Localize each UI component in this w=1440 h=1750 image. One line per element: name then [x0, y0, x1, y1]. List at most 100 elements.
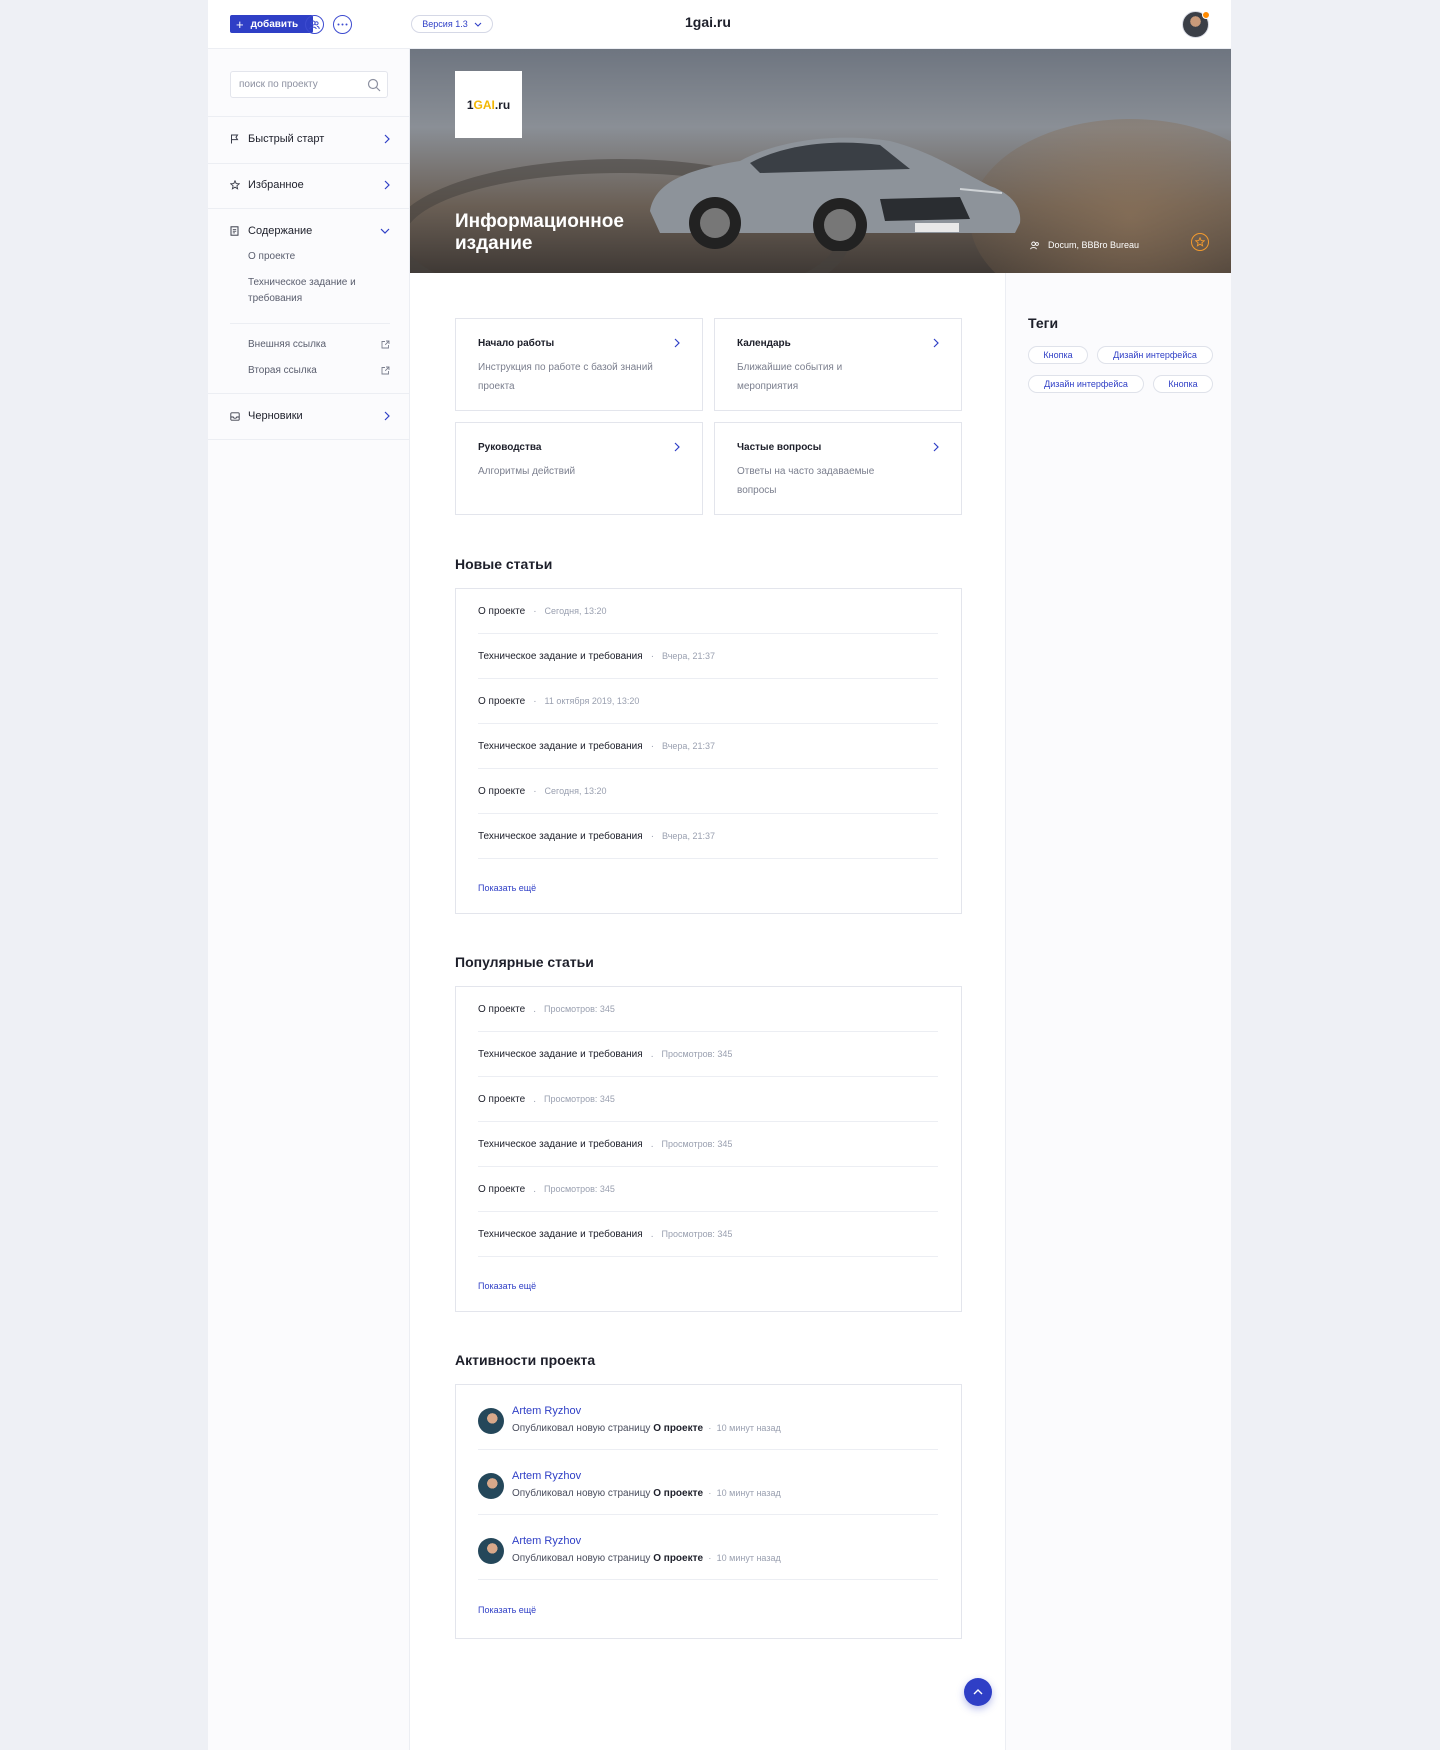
add-button-label: добавить [250, 18, 299, 30]
sidebar-item-quick-start[interactable]: Быстрый старт [230, 129, 390, 149]
card-title: Руководства [478, 442, 542, 453]
chevron-right-icon [384, 180, 390, 190]
article-meta: Просмотров: 345 [543, 1004, 615, 1014]
card-calendar[interactable]: Календарь Ближайшие события и мероприяти… [714, 318, 962, 411]
article-title: О проекте [478, 1183, 526, 1195]
article-row[interactable]: Техническое задание и требования · Вчера, … [478, 634, 938, 679]
separator-dot: · [533, 605, 537, 617]
users-button[interactable] [305, 15, 324, 34]
article-row[interactable]: О проекте. Просмотров: 345 [478, 1167, 938, 1212]
article-title: О проекте [478, 1093, 526, 1105]
hero-logo: 1 GAI .ru [455, 71, 522, 138]
activity-user-name[interactable]: Artem Ryzhov [512, 1405, 581, 1417]
article-meta: Сегодня, 13:20 [544, 606, 607, 616]
right-panel: Теги Кнопка Дизайн интерфейса Дизайн инт… [1005, 273, 1231, 1750]
chevron-right-icon [384, 411, 390, 421]
article-title: Техническое задание и требования [478, 740, 643, 752]
card-title: Частые вопросы [737, 442, 822, 453]
tag-chip[interactable]: Дизайн интерфейса [1028, 375, 1144, 393]
separator-dot: · [533, 785, 537, 797]
avatar[interactable] [478, 1408, 504, 1434]
inbox-icon [230, 411, 248, 421]
logo-prefix: 1 [466, 97, 474, 112]
hero-title: Информационное издание [455, 211, 624, 254]
site-title: 1gai.ru [685, 14, 731, 30]
article-row[interactable]: Техническое задание и требования. Просмот… [478, 1212, 938, 1257]
show-more-link[interactable]: Показать ещё [478, 1605, 536, 1615]
activity-time: 10 минут назад [716, 1553, 781, 1563]
article-title: О проекте [478, 785, 526, 797]
card-title: Календарь [737, 338, 791, 349]
tags-title: Теги [1028, 315, 1059, 331]
article-row[interactable]: Техническое задание и требования · Вчера, … [478, 724, 938, 769]
activity-page-link[interactable]: О проекте [653, 1553, 703, 1564]
activity-text: Опубликовал новую страницу О проекте · 1… [512, 1423, 781, 1434]
more-options-button[interactable] [333, 15, 352, 34]
sidebar-item-contents[interactable]: Содержание [230, 221, 390, 241]
document-icon [230, 226, 248, 236]
sidebar-item-favorites[interactable]: Избранное [230, 175, 390, 195]
search-placeholder: поиск по проекту [239, 79, 318, 90]
chevron-down-icon [474, 22, 482, 27]
article-row[interactable]: Техническое задание и требования. Просмот… [478, 1122, 938, 1167]
article-row[interactable]: О проекте · Сегодня, 13:20 [478, 769, 938, 814]
article-title: Техническое задание и требования [478, 1138, 643, 1150]
article-meta: Вчера, 21:37 [662, 651, 715, 661]
article-title: О проекте [478, 605, 526, 617]
sidebar-subitem-spec[interactable]: Техническое задание и требования [248, 275, 368, 307]
activity-action: Опубликовал новую страницу [512, 1488, 651, 1499]
tag-chip[interactable]: Кнопка [1153, 375, 1213, 393]
tag-chip[interactable]: Кнопка [1028, 346, 1088, 364]
sidebar-external-link-1[interactable]: Внешняя ссылка [248, 339, 390, 350]
article-meta: Просмотров: 345 [661, 1139, 733, 1149]
article-row[interactable]: О проекте. Просмотров: 345 [478, 987, 938, 1032]
separator-dot: . [533, 1183, 536, 1195]
card-getting-started[interactable]: Начало работы Инструкция по работе с баз… [455, 318, 703, 411]
article-title: О проекте [478, 1003, 526, 1015]
activity-list: Artem Ryzhov Опубликовал новую страницу … [455, 1384, 962, 1639]
article-row[interactable]: Техническое задание и требования. Просмот… [478, 1032, 938, 1077]
sidebar-subitem-about[interactable]: О проекте [248, 249, 398, 265]
avatar[interactable] [478, 1473, 504, 1499]
add-button[interactable]: + добавить [230, 15, 313, 33]
car-image [650, 137, 1021, 251]
separator-dot: · [705, 1488, 714, 1498]
star-icon [230, 180, 248, 190]
search-input[interactable]: поиск по проекту [230, 71, 388, 98]
sidebar-item-drafts[interactable]: Черновики [230, 406, 390, 426]
avatar[interactable] [478, 1538, 504, 1564]
card-guides[interactable]: Руководства Алгоритмы действий [455, 422, 703, 515]
tag-chip[interactable]: Дизайн интерфейса [1097, 346, 1213, 364]
activity-user-name[interactable]: Artem Ryzhov [512, 1470, 581, 1482]
article-meta: Вчера, 21:37 [662, 831, 715, 841]
app-window: + добавить Версия 1.3 1gai.ru поиск по п… [208, 0, 1231, 1750]
article-meta: Просмотров: 345 [543, 1184, 615, 1194]
separator-dot: · [705, 1553, 714, 1563]
article-meta: Сегодня, 13:20 [544, 786, 607, 796]
scroll-to-top-button[interactable] [964, 1678, 992, 1706]
article-row[interactable]: Техническое задание и требования · Вчера, … [478, 814, 938, 859]
chevron-right-icon [674, 338, 680, 348]
activity-row: Artem Ryzhov Опубликовал новую страницу … [478, 1450, 938, 1515]
article-row[interactable]: О проекте · Сегодня, 13:20 [478, 589, 938, 634]
new-articles-list: О проекте · Сегодня, 13:20 Техническое зад… [455, 588, 962, 914]
sidebar-item-label: Избранное [248, 179, 304, 191]
card-faq[interactable]: Частые вопросы Ответы на часто задаваемы… [714, 422, 962, 515]
new-articles-title: Новые статьи [455, 556, 553, 572]
article-meta: Просмотров: 345 [543, 1094, 615, 1104]
article-row[interactable]: О проекте. Просмотров: 345 [478, 1077, 938, 1122]
external-link-icon [381, 366, 390, 375]
separator-dot: . [650, 1138, 654, 1150]
user-avatar[interactable] [1182, 11, 1210, 38]
sidebar-external-link-2[interactable]: Вторая ссылка [248, 365, 390, 376]
activity-page-link[interactable]: О проекте [653, 1488, 703, 1499]
activity-user-name[interactable]: Artem Ryzhov [512, 1535, 581, 1547]
activity-page-link[interactable]: О проекте [653, 1423, 703, 1434]
more-dots-icon [337, 23, 348, 26]
article-meta: Вчера, 21:37 [662, 741, 715, 751]
show-more-link[interactable]: Показать ещё [478, 1281, 536, 1291]
article-row[interactable]: О проекте · 11 октября 2019, 13:20 [478, 679, 938, 724]
show-more-link[interactable]: Показать ещё [478, 883, 536, 893]
favorite-button[interactable] [1191, 233, 1209, 251]
version-select[interactable]: Версия 1.3 [411, 15, 493, 33]
